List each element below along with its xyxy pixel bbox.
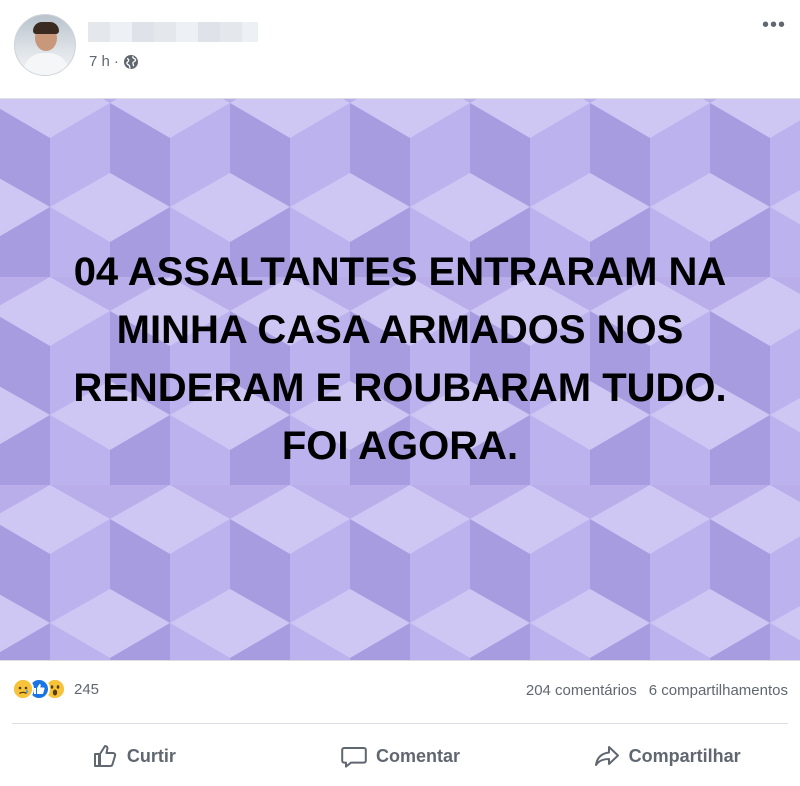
post-stats: 245 204 comentários 6 compartilhamentos (0, 672, 800, 712)
post-background: 04 ASSALTANTES ENTRARAM NA MINHA CASA AR… (0, 98, 800, 661)
sad-reaction-icon (12, 678, 34, 700)
comment-button[interactable]: Comentar (267, 728, 534, 784)
engagement-counts: 204 comentários 6 compartilhamentos (526, 682, 788, 699)
globe-icon[interactable] (123, 54, 139, 70)
comment-label: Comentar (376, 745, 461, 766)
post-meta: 7 h · (89, 53, 139, 70)
share-label: Compartilhar (628, 745, 741, 766)
thumbs-up-icon (93, 745, 116, 767)
share-button[interactable]: Compartilhar (533, 728, 800, 784)
reaction-count[interactable]: 245 (74, 681, 99, 698)
like-label: Curtir (126, 745, 176, 766)
more-options-button[interactable]: ••• (756, 14, 792, 42)
post-header: 7 h · ••• (0, 0, 800, 98)
share-icon (594, 746, 619, 766)
post-time[interactable]: 7 h (89, 53, 110, 70)
divider (12, 723, 788, 724)
action-bar: Curtir Comentar Compartilhar (0, 728, 800, 784)
shares-count[interactable]: 6 compartilhamentos (649, 682, 788, 699)
like-button[interactable]: Curtir (0, 728, 267, 784)
reactions-summary[interactable]: 245 (12, 678, 99, 700)
post-text: 04 ASSALTANTES ENTRARAM NA MINHA CASA AR… (73, 250, 727, 468)
comments-count[interactable]: 204 comentários (526, 682, 637, 699)
avatar[interactable] (14, 14, 76, 76)
author-name-redacted[interactable] (88, 22, 258, 42)
meta-separator: · (113, 53, 119, 70)
comment-icon (341, 747, 367, 768)
